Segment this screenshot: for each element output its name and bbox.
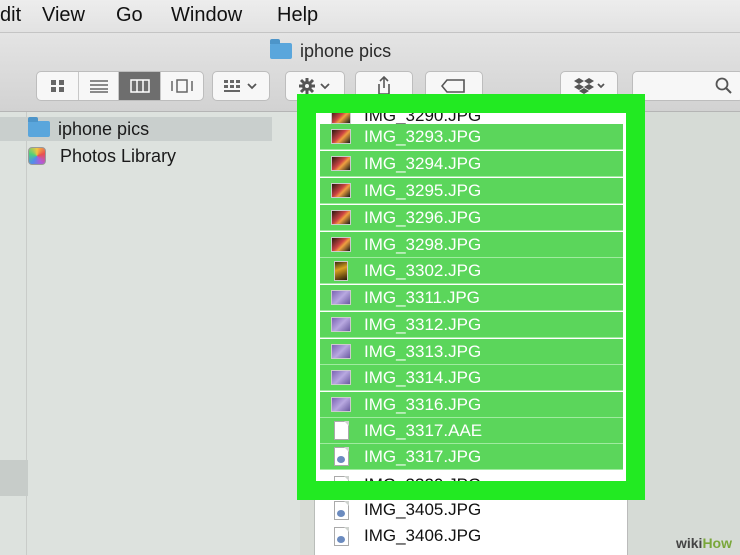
file-name: IMG_3293.JPG bbox=[364, 126, 482, 146]
window-title-label: iphone pics bbox=[300, 41, 392, 61]
share-icon bbox=[356, 72, 412, 100]
file-row[interactable]: IMG_3314.JPG bbox=[320, 365, 623, 391]
file-name: IMG_3295.JPG bbox=[364, 180, 482, 200]
tag-button[interactable] bbox=[425, 71, 483, 101]
image-thumbnail-icon bbox=[331, 183, 351, 198]
search-icon bbox=[715, 77, 733, 100]
menu-edit[interactable]: dit bbox=[0, 4, 21, 27]
menu-help[interactable]: Help bbox=[277, 4, 318, 27]
file-name: IMG_3317.AAE bbox=[364, 420, 483, 440]
folder-icon bbox=[270, 39, 292, 59]
image-thumbnail-icon bbox=[331, 397, 351, 412]
file-name: IMG_3405.JPG bbox=[364, 500, 482, 519]
watermark: wikiHow bbox=[676, 535, 732, 551]
grid-view-icon[interactable] bbox=[37, 72, 79, 100]
file-row[interactable]: IMG_3313.JPG bbox=[320, 339, 623, 365]
file-row[interactable]: IMG_3298.JPG bbox=[320, 232, 623, 258]
image-thumbnail-icon bbox=[331, 129, 351, 144]
image-thumbnail-icon bbox=[331, 290, 351, 305]
gear-icon bbox=[286, 72, 344, 100]
arrange-icon bbox=[213, 72, 269, 100]
menu-window[interactable]: Window bbox=[171, 4, 242, 27]
preview-document-icon bbox=[334, 447, 349, 466]
column-view-icon[interactable] bbox=[119, 72, 161, 100]
list-view-icon[interactable] bbox=[79, 72, 119, 100]
file-row[interactable]: IMG_3311.JPG bbox=[320, 285, 623, 311]
tag-icon bbox=[426, 72, 482, 100]
file-row[interactable]: IMG_3296.JPG bbox=[320, 205, 623, 231]
file-row[interactable]: IMG_3312.JPG bbox=[320, 312, 623, 338]
file-row[interactable]: IMG_3302.JPG bbox=[320, 258, 623, 284]
image-thumbnail-icon bbox=[331, 344, 351, 359]
file-name: IMG_3317.JPG bbox=[364, 446, 482, 466]
file-row[interactable]: IMG_3316.JPG bbox=[320, 392, 623, 418]
photos-icon bbox=[28, 147, 46, 165]
preview-document-icon bbox=[334, 526, 349, 546]
file-row[interactable]: IMG_3317.AAE bbox=[320, 418, 623, 444]
file-name: IMG_3320.JPG bbox=[364, 475, 482, 494]
preview-document-icon bbox=[334, 500, 349, 520]
file-row[interactable]: IMG_3405.JPG bbox=[320, 497, 623, 523]
document-icon bbox=[334, 421, 349, 440]
menu-bar: dit View Go Window Help bbox=[0, 0, 740, 33]
menu-go[interactable]: Go bbox=[116, 4, 143, 27]
search-field[interactable] bbox=[632, 71, 740, 101]
view-mode-control bbox=[36, 71, 204, 101]
image-thumbnail-icon bbox=[331, 210, 351, 225]
folder-icon bbox=[28, 117, 50, 137]
file-row[interactable]: IMG_3317.JPG bbox=[320, 444, 623, 470]
arrange-button[interactable] bbox=[212, 71, 270, 101]
window-title: iphone pics bbox=[270, 39, 392, 62]
watermark-wiki: wiki bbox=[675, 535, 703, 551]
file-row[interactable]: IMG_3293.JPG bbox=[320, 124, 623, 150]
file-row[interactable]: IMG_3320.JPG bbox=[320, 472, 623, 498]
file-name: IMG_3312.JPG bbox=[364, 314, 482, 334]
file-name: IMG_3313.JPG bbox=[364, 341, 482, 361]
sidebar-item-label: iphone pics bbox=[58, 118, 150, 139]
file-name: IMG_3290.JPG bbox=[364, 106, 482, 125]
sidebar-item-label: Photos Library bbox=[60, 145, 177, 166]
coverflow-view-icon[interactable] bbox=[161, 72, 203, 100]
image-thumbnail-icon bbox=[331, 370, 351, 385]
preview-document-icon bbox=[334, 475, 349, 495]
sidebar-scroll-region bbox=[0, 460, 28, 496]
sidebar bbox=[0, 112, 300, 555]
file-name: IMG_3311.JPG bbox=[364, 287, 480, 307]
image-thumbnail-icon bbox=[331, 156, 351, 171]
finder-toolbar: iphone pics bbox=[0, 33, 740, 112]
file-row[interactable]: IMG_3406.JPG bbox=[320, 523, 623, 549]
image-thumbnail-icon bbox=[331, 108, 351, 124]
dropbox-button[interactable] bbox=[560, 71, 618, 101]
preview-column bbox=[627, 112, 740, 555]
image-thumbnail-icon bbox=[331, 237, 351, 252]
image-thumbnail-icon bbox=[331, 317, 351, 332]
sidebar-item-photos-library[interactable]: Photos Library bbox=[28, 144, 298, 168]
file-name: IMG_3316.JPG bbox=[364, 394, 482, 414]
watermark-how: How bbox=[702, 535, 732, 551]
share-button[interactable] bbox=[355, 71, 413, 101]
file-name: IMG_3314.JPG bbox=[364, 367, 482, 387]
sidebar-item-iphone-pics[interactable]: iphone pics bbox=[0, 117, 272, 141]
file-name: IMG_3298.JPG bbox=[364, 234, 482, 254]
dropbox-icon bbox=[561, 72, 617, 100]
image-thumbnail-icon bbox=[334, 260, 348, 281]
file-name: IMG_3294.JPG bbox=[364, 153, 482, 173]
file-name: IMG_3406.JPG bbox=[364, 526, 482, 545]
file-row[interactable]: IMG_3295.JPG bbox=[320, 178, 623, 204]
menu-view[interactable]: View bbox=[42, 4, 85, 27]
file-name: IMG_3296.JPG bbox=[364, 207, 482, 227]
file-row[interactable]: IMG_3294.JPG bbox=[320, 151, 623, 177]
file-name: IMG_3302.JPG bbox=[364, 260, 482, 280]
action-button[interactable] bbox=[285, 71, 345, 101]
